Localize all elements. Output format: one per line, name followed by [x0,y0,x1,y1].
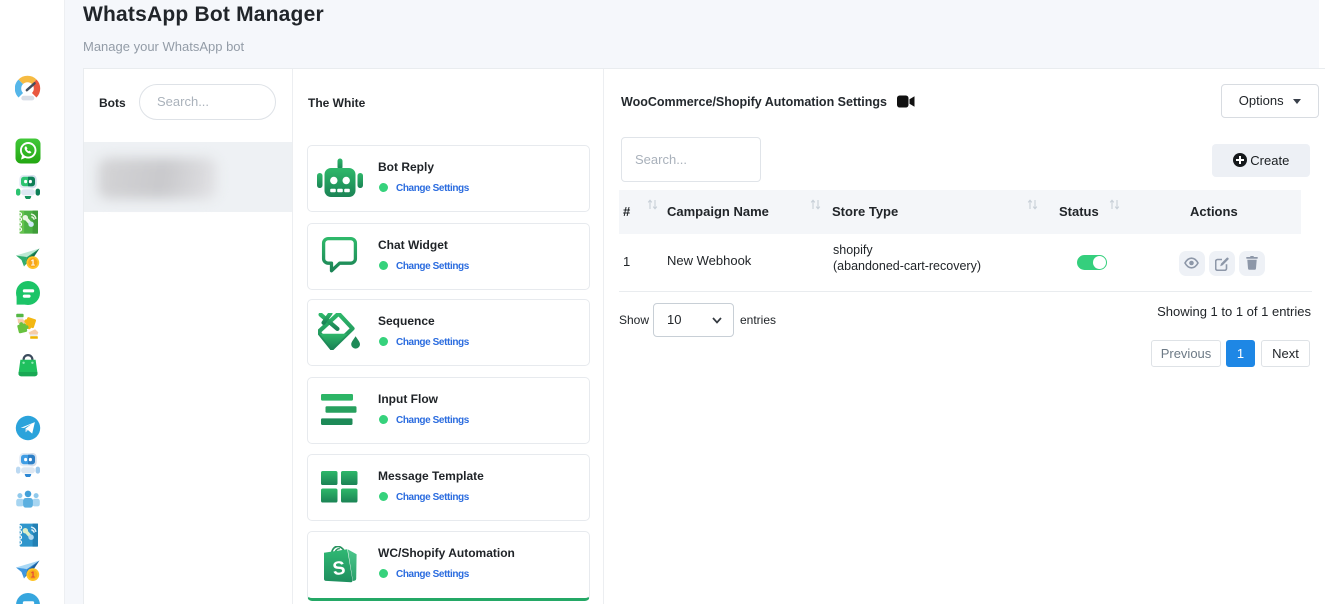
svg-text:1: 1 [31,571,36,580]
svg-text:1: 1 [31,259,36,268]
svg-text:S: S [331,557,346,579]
